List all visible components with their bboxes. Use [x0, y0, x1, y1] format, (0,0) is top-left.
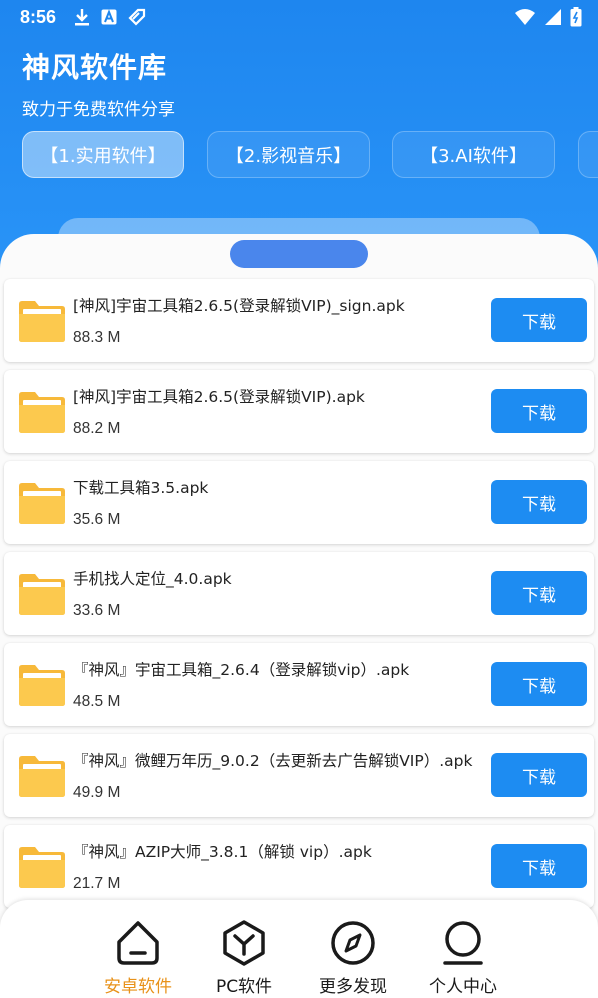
folder-icon — [19, 847, 65, 888]
file-item[interactable]: [神风]宇宙工具箱2.6.5(登录解锁VIP).apk 88.2 M 下载 — [4, 370, 594, 453]
tab-ai-software[interactable]: 【3.AI软件】 — [392, 131, 555, 178]
file-name: 『神风』微鲤万年历_9.0.2（去更新去广告解锁VIP）.apk — [73, 752, 473, 770]
file-item[interactable]: 『神风』宇宙工具箱_2.6.4（登录解锁vip）.apk 48.5 M 下载 — [4, 643, 594, 726]
nav-label: PC软件 — [215, 977, 273, 997]
download-button[interactable]: 下载 — [491, 298, 587, 342]
file-name: 下载工具箱3.5.apk — [73, 479, 209, 497]
file-size: 21.7 M — [73, 875, 121, 892]
compass-icon — [331, 921, 375, 965]
file-item[interactable]: 『神风』AZIP大师_3.8.1（解锁 vip）.apk 21.7 M 下载 — [4, 825, 594, 908]
file-size: 49.9 M — [73, 784, 121, 801]
status-icons-left — [74, 8, 146, 26]
folder-icon — [19, 301, 65, 342]
app-subtitle: 致力于免费软件分享 — [22, 100, 175, 120]
file-name: [神风]宇宙工具箱2.6.5(登录解锁VIP)_sign.apk — [73, 297, 405, 315]
tab-practical-software[interactable]: 【1.实用软件】 — [22, 131, 184, 178]
signal-icon — [545, 9, 561, 25]
file-name: 手机找人定位_4.0.apk — [73, 570, 232, 588]
file-name: 『神风』宇宙工具箱_2.6.4（登录解锁vip）.apk — [73, 661, 410, 679]
download-button[interactable]: 下载 — [491, 389, 587, 433]
nav-personal-center[interactable]: 个人中心 — [408, 900, 518, 998]
folder-icon — [19, 392, 65, 433]
download-button[interactable]: 下载 — [491, 662, 587, 706]
folder-icon — [19, 665, 65, 706]
nav-android-software[interactable]: 安卓软件 — [83, 900, 193, 998]
file-item[interactable]: 下载工具箱3.5.apk 35.6 M 下载 — [4, 461, 594, 544]
nav-discover-more[interactable]: 更多发现 — [298, 900, 408, 998]
download-button[interactable]: 下载 — [491, 844, 587, 888]
file-size: 88.2 M — [73, 420, 121, 437]
bottom-nav: 安卓软件 PC软件 更多发现 个人中心 — [0, 900, 598, 998]
file-size: 48.5 M — [73, 693, 121, 710]
file-item[interactable]: [神风]宇宙工具箱2.6.5(登录解锁VIP)_sign.apk 88.3 M 下载 — [4, 279, 594, 362]
nav-label: 更多发现 — [319, 977, 387, 997]
download-button[interactable]: 下载 — [491, 571, 587, 615]
file-sheet: [神风]宇宙工具箱2.6.5(登录解锁VIP)_sign.apk 88.3 M 下载… — [0, 234, 598, 934]
status-time: 8:56 — [20, 7, 57, 27]
hexagon-y-icon — [223, 920, 265, 966]
file-item[interactable]: 手机找人定位_4.0.apk 33.6 M 下载 — [4, 552, 594, 635]
file-size: 88.3 M — [73, 329, 121, 346]
folder-icon — [19, 756, 65, 797]
file-size: 33.6 M — [73, 602, 121, 619]
file-item[interactable]: 『神风』微鲤万年历_9.0.2（去更新去广告解锁VIP）.apk 49.9 M 下载 — [4, 734, 594, 817]
tab-more[interactable] — [578, 131, 598, 178]
folder-icon — [19, 483, 65, 524]
tab-video-music[interactable]: 【2.影视音乐】 — [207, 131, 370, 178]
user-icon — [443, 921, 483, 965]
folder-icon — [19, 574, 65, 615]
file-name: [神风]宇宙工具箱2.6.5(登录解锁VIP).apk — [73, 388, 365, 406]
file-size: 35.6 M — [73, 511, 121, 528]
nav-pc-software[interactable]: PC软件 — [189, 900, 299, 998]
category-tabs: 【1.实用软件】 【2.影视音乐】 【3.AI软件】 — [22, 131, 598, 179]
battery-icon — [570, 7, 582, 27]
nav-label: 个人中心 — [429, 977, 497, 997]
wifi-icon — [515, 9, 535, 25]
text-a-icon — [101, 9, 117, 25]
download-button[interactable]: 下载 — [491, 753, 587, 797]
download-button[interactable]: 下载 — [491, 480, 587, 524]
status-icons-right — [514, 7, 582, 27]
nav-label: 安卓软件 — [104, 977, 172, 997]
sheet-handle[interactable] — [230, 240, 368, 268]
status-bar: 8:56 — [0, 0, 598, 34]
tag-icon — [128, 8, 146, 26]
download-icon — [75, 9, 89, 26]
app-title: 神风软件库 — [22, 51, 168, 84]
file-name: 『神风』AZIP大师_3.8.1（解锁 vip）.apk — [73, 843, 372, 861]
android-home-icon — [117, 921, 159, 965]
